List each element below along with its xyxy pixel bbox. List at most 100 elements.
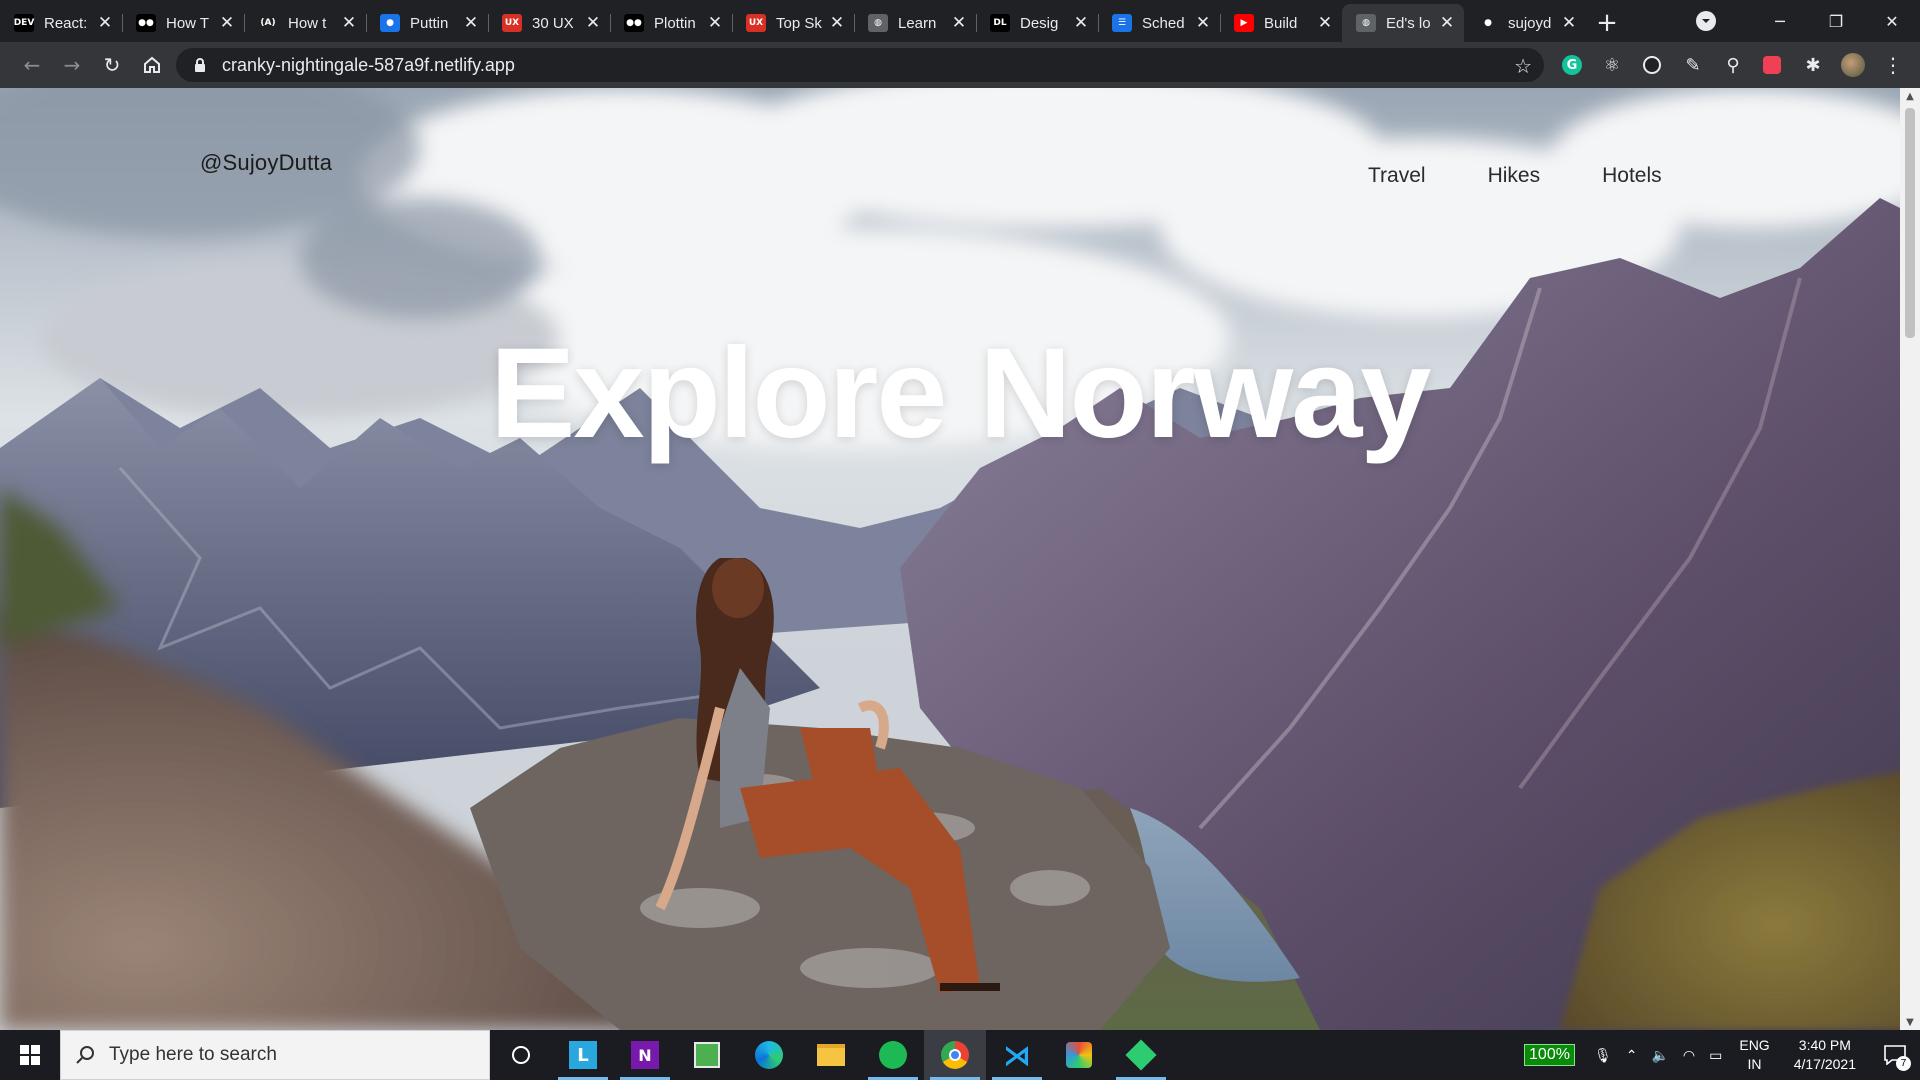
browser-tab[interactable]: ● Puttin ✕ [366,4,488,42]
browser-tab[interactable]: UX Top Sk ✕ [732,4,854,42]
scroll-down-icon[interactable]: ▼ [1900,1014,1920,1030]
browser-tab[interactable]: ● sujoyd ✕ [1464,4,1586,42]
page-viewport: @SujoyDutta Travel Hikes Hotels Explore … [0,88,1920,1030]
reload-icon[interactable]: ↻ [92,45,132,85]
home-icon[interactable] [132,45,172,85]
scroll-up-icon[interactable]: ▲ [1900,88,1920,104]
close-tab-icon[interactable]: ✕ [462,13,480,33]
close-tab-icon[interactable]: ✕ [828,13,846,33]
chrome-icon[interactable] [924,1030,986,1080]
clock[interactable]: 3:40 PM 4/17/2021 [1794,1036,1856,1074]
close-tab-icon[interactable]: ✕ [340,13,358,33]
onenote-icon[interactable]: N [614,1030,676,1080]
react-devtools-icon[interactable]: ⚛ [1599,52,1625,78]
tab-title: Desig [1020,14,1059,32]
extension-circle-icon[interactable] [1639,52,1665,78]
forward-icon[interactable]: → [52,45,92,85]
grammarly-icon[interactable]: G [1559,52,1585,78]
edge-icon[interactable] [738,1030,800,1080]
tab-title: 30 UX [532,14,574,32]
wifi-icon[interactable]: ◠ [1683,1047,1695,1064]
git-icon[interactable] [1110,1030,1172,1080]
nav-link-travel[interactable]: Travel [1368,164,1426,188]
clock-time: 3:40 PM [1798,1037,1851,1053]
page-scrollbar[interactable]: ▲ ▼ [1900,88,1920,1030]
pen-extension-icon[interactable]: ✎ [1680,52,1706,78]
address-bar[interactable]: cranky-nightingale-587a9f.netlify.app ☆ [176,48,1544,82]
search-placeholder: Type here to search [109,1044,277,1065]
battery-icon[interactable]: ▭ [1709,1047,1722,1064]
dev-icon: DEV [14,14,34,32]
browser-tab[interactable]: (A) How t ✕ [244,4,366,42]
browser-tab[interactable]: DEV React: ✕ [0,4,122,42]
app-grid-icon[interactable] [1048,1030,1110,1080]
region-code: IN [1747,1056,1762,1072]
chevron-up-icon[interactable]: ⌃ [1626,1047,1638,1064]
close-tab-icon[interactable]: ✕ [1072,13,1090,33]
taskbar-search-input[interactable]: Type here to search [60,1030,490,1080]
search-icon [76,1046,94,1064]
lucid-app-icon[interactable]: L [552,1030,614,1080]
vscode-icon[interactable]: ⋊ [986,1030,1048,1080]
browser-tab[interactable]: ▶ Build ✕ [1220,4,1342,42]
cortana-icon[interactable] [490,1030,552,1080]
scroll-thumb[interactable] [1905,108,1915,338]
microphone-icon[interactable]: 🎙 [1594,1047,1612,1064]
medium-icon: ●● [136,14,156,32]
volume-icon[interactable]: 🔈 [1651,1047,1668,1064]
github-icon: ● [1478,14,1498,32]
close-tab-icon[interactable]: ✕ [1316,13,1334,33]
back-icon[interactable]: ← [12,45,52,85]
close-tab-icon[interactable]: ✕ [218,13,236,33]
browser-tab[interactable]: ☰ Sched ✕ [1098,4,1220,42]
main-nav: Travel Hikes Hotels [1368,164,1724,188]
tab-title: Ed's lo [1386,14,1431,32]
profile-avatar[interactable] [1840,52,1866,78]
new-tab-button[interactable]: + [1586,4,1628,42]
tab-strip: DEV React: ✕ ●● How T ✕ (A) How t ✕ ● Puttin ✕ UX 30 … [0,0,1920,42]
nav-link-hikes[interactable]: Hikes [1488,164,1541,188]
battery-percent[interactable]: 100% [1524,1044,1575,1066]
browser-tab[interactable]: DL Desig ✕ [976,4,1098,42]
system-tray: 100% 🎙 ⌃ 🔈 ◠ ▭ ENG IN 3:40 PM 4/17/2021 … [1524,1030,1920,1080]
close-tab-icon[interactable]: ✕ [96,13,114,33]
lock-icon [195,58,205,72]
tab-search-icon[interactable] [1696,11,1716,31]
browser-tab[interactable]: ●● Plottin ✕ [610,4,732,42]
browser-tab[interactable]: ◍ Learn ✕ [854,4,976,42]
notification-center-icon[interactable]: 7 [1870,1030,1920,1080]
close-tab-icon[interactable]: ✕ [950,13,968,33]
close-tab-icon[interactable]: ✕ [1194,13,1212,33]
tab-title: How t [288,14,327,32]
minimize-icon[interactable]: ─ [1752,0,1808,42]
circle-icon: ● [380,14,400,32]
browser-tab[interactable]: ◍ Ed's lo ✕ [1342,4,1464,42]
tab-title: Sched [1142,14,1185,32]
browser-tab[interactable]: ●● How T ✕ [122,4,244,42]
close-tab-icon[interactable]: ✕ [1438,13,1456,33]
sticky-notes-icon[interactable] [676,1030,738,1080]
close-tab-icon[interactable]: ✕ [1560,13,1578,33]
windows-start-icon[interactable] [0,1030,60,1080]
extensions-puzzle-icon[interactable]: ✱ [1800,52,1826,78]
clock-date: 4/17/2021 [1793,1056,1856,1072]
browser-tab[interactable]: UX 30 UX ✕ [488,4,610,42]
pocket-icon[interactable] [1759,52,1785,78]
zoom-extension-icon[interactable]: ⚲ [1720,52,1746,78]
restore-icon[interactable]: ❐ [1808,0,1864,42]
language-indicator[interactable]: ENG IN [1739,1036,1769,1074]
ux-icon: UX [502,14,522,32]
nav-link-hotels[interactable]: Hotels [1602,164,1662,188]
close-window-icon[interactable]: ✕ [1864,0,1920,42]
spotify-icon[interactable] [862,1030,924,1080]
tab-title: Top Sk [776,14,822,32]
bookmark-star-icon[interactable]: ☆ [1514,54,1532,78]
file-explorer-icon[interactable] [800,1030,862,1080]
tab-title: Puttin [410,14,449,32]
brand-logo[interactable]: @SujoyDutta [200,150,332,176]
language-code: ENG [1739,1037,1770,1053]
windows-taskbar: Type here to search L N ⋊ 100% 🎙 ⌃ 🔈 ◠ ▭… [0,1030,1920,1080]
menu-kebab-icon[interactable]: ⋮ [1880,52,1906,78]
close-tab-icon[interactable]: ✕ [706,13,724,33]
close-tab-icon[interactable]: ✕ [584,13,602,33]
